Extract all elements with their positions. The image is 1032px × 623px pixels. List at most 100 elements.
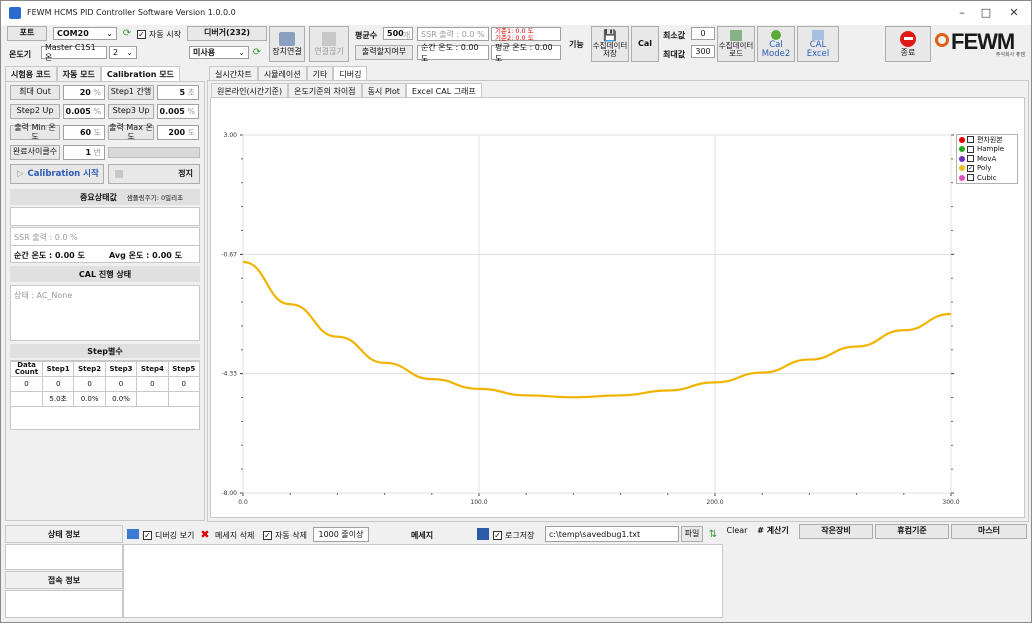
step2-input[interactable]: 0.005 % [63,104,105,119]
thermometer-select[interactable]: Master C1S1 온 [41,43,107,62]
stop-square-icon [115,170,123,178]
disconnect-icon [322,31,336,46]
calibration-start-button[interactable]: ▷ Calibration 시작 [10,164,104,184]
out-min-input[interactable]: 60 도 [63,125,105,140]
table-cell: 0 [73,376,106,392]
auto-start-checkbox[interactable]: ✓ 자동 시작 [137,29,181,40]
legend-dot-icon [959,146,965,153]
debug-view-checkbox[interactable]: ✓ 디버깅 보기 [143,530,194,541]
cal-excel-button[interactable]: CAL Excel [797,26,839,62]
table-cell: 0 [10,376,43,392]
master-button[interactable]: 마스터 [951,524,1027,539]
mode-select[interactable]: 미사용 ⌄ [189,46,249,59]
legend-label: Cubic [977,173,997,182]
table-header: Step3 [104,361,138,377]
status-output-area [10,207,200,226]
step1-input[interactable]: 5 초 [157,85,199,100]
legend-checkbox[interactable] [967,155,974,163]
step3-input[interactable]: 0.005 % [157,104,199,119]
cal-mode2-button[interactable]: Cal Mode2 [757,26,795,62]
step-table: Data Count Step1 Step2 Step3 Step4 Step5… [10,361,201,407]
port-select[interactable]: COM20 ⌄ [53,27,117,40]
legend-checkbox[interactable]: ✓ [967,164,974,172]
collect-load-button[interactable]: 수집데이터 로드 [717,26,755,62]
legend-label: Hample [977,145,1005,154]
table-header: Step2 [73,361,106,377]
min-label: 최소값 [663,31,686,40]
clear-button[interactable]: Clear [725,524,749,539]
table-header: Data Count [10,361,43,377]
debugger-button[interactable]: 디버거(232) [187,26,267,41]
legend-item[interactable]: MovA [957,154,1017,164]
delete-message-button[interactable]: 메세지 삭제 [215,530,254,541]
y-tick-label: -0.67 [221,251,237,258]
step-var-header: Step별수 [10,344,200,358]
chart-legend: 편차원본 Hample MovA ✓ Poly Cubic [956,134,1018,184]
legend-item[interactable]: Hample [957,145,1017,155]
collect-save-button[interactable]: 💾 수집데이터 저장 [591,26,629,62]
min-input[interactable]: 0 [691,27,715,40]
thermometer-num-select[interactable]: 2 ⌄ [109,46,137,59]
max-out-input[interactable]: 20 % [63,85,105,100]
plot-area [242,134,952,494]
legend-dot-icon [959,165,965,172]
title-bar: FEWM HCMS PID Controller Software Versio… [1,1,1031,25]
debug-view-icon [127,529,139,539]
out-max-label: 출력 Max 온도 [108,123,154,141]
cycle-input[interactable]: 1 번 [63,145,105,160]
file-button[interactable]: 파일 [681,526,703,542]
legend-dot-icon [959,174,965,181]
screen-standard-button[interactable]: 휴컴기준 [875,524,949,539]
refresh-port-icon[interactable]: ⟳ [121,27,133,39]
calculator-button[interactable]: # 계산기 [749,524,797,539]
table-header: Step1 [41,361,75,377]
legend-item[interactable]: 편차원본 [957,135,1017,145]
avg-temp-display: 평균 온도 : 0.00 도 [491,43,561,63]
exit-button[interactable]: 종료 [885,26,931,62]
app-icon [9,7,21,19]
port-label: 포트 [7,26,47,41]
table-cell: 0 [41,376,75,392]
tab-test-code[interactable]: 시험용 코드 [5,66,57,82]
disconnect-button[interactable]: 연결끊기 [309,26,349,62]
tab-auto-mode[interactable]: 자동 모드 [56,66,101,82]
auto-delete-checkbox[interactable]: ✓ 자동 삭제 [263,530,307,541]
out-min-label: 출력 Min 온도 [10,123,60,140]
cal-button[interactable]: Cal [631,26,659,62]
function-label: 기능 [569,40,584,49]
table-cell: 0 [167,376,201,392]
log-path-input[interactable]: c:\temp\savedbug1.txt [545,526,679,542]
legend-item[interactable]: ✓ Poly [957,164,1017,174]
table-cell: 0 [104,376,138,392]
log-save-checkbox[interactable]: ✓ 로그저장 [493,530,534,541]
cal-status-header: CAL 진행 상태 [10,266,200,282]
connect-button[interactable]: 장치연결 [269,26,305,62]
table-cell: 0 [136,376,169,392]
chart-svg: 0.0 100.0 200.0 300.0 3.00 -0.67 -4.33 -8.00 [221,132,959,506]
max-input[interactable]: 300 [691,45,715,58]
max-out-label: 최대 Out [10,85,60,100]
delete-icon[interactable]: ✖ [199,527,211,541]
device-icon [279,31,295,46]
legend-checkbox[interactable] [967,136,974,144]
cal-progress-bar [108,147,200,158]
auto-delete-count[interactable]: 1000 줄이상 [313,527,369,542]
refresh-mode-icon[interactable]: ⟳ [251,46,263,58]
sort-icon[interactable]: ⇅ [706,527,720,541]
legend-checkbox[interactable] [967,174,974,182]
output-save-button[interactable]: 출력할지여부 [355,45,413,60]
stop-icon [900,30,916,47]
y-tick-label: -4.33 [221,371,237,378]
legend-label: Poly [977,164,992,173]
ssr-output-display: SSR 출력 : 0.0 % [417,27,489,41]
tab-calibration-mode[interactable]: Calibration 모드 [100,66,180,82]
stop-button[interactable]: 정지 [108,164,200,184]
out-max-input[interactable]: 200 도 [157,125,199,140]
close-button[interactable]: ✕ [997,1,1031,25]
cal-mode2-icon [771,29,781,40]
small-device-button[interactable]: 작은장비 [799,524,873,539]
legend-dot-icon [959,136,965,143]
legend-item[interactable]: Cubic [957,173,1017,183]
table-cell [167,391,201,407]
legend-checkbox[interactable] [967,145,974,153]
